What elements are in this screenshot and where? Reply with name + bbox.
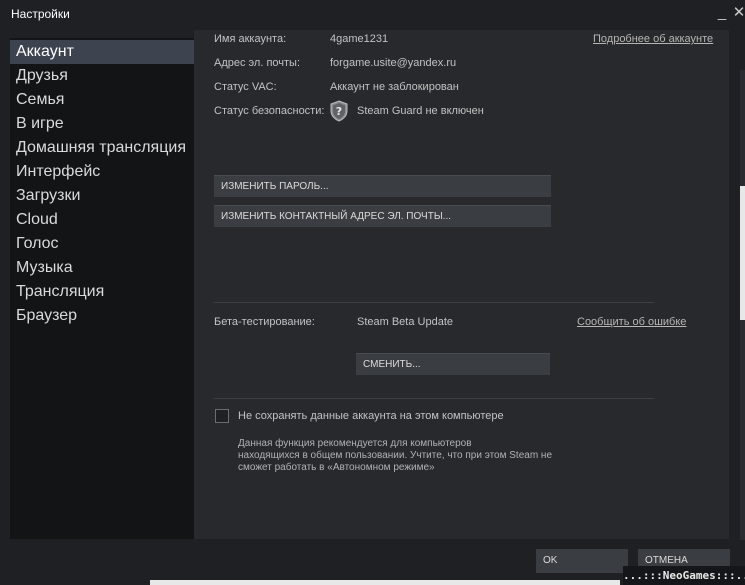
change-email-button[interactable]: ИЗМЕНИТЬ КОНТАКТНЫЙ АДРЕС ЭЛ. ПОЧТЫ... xyxy=(214,205,551,227)
minimize-icon[interactable]: _ xyxy=(714,4,730,22)
sidebar-item-in-game[interactable]: В игре xyxy=(10,112,194,136)
ok-button[interactable]: OK xyxy=(536,549,628,573)
email-value: forgame.usite@yandex.ru xyxy=(330,57,457,69)
vac-status-label: Статус VAC: xyxy=(214,81,277,93)
change-password-button[interactable]: ИЗМЕНИТЬ ПАРОЛЬ... xyxy=(214,175,551,197)
divider xyxy=(214,398,654,399)
background-window-edge xyxy=(740,186,745,320)
svg-text:?: ? xyxy=(336,105,342,118)
sidebar-item-family[interactable]: Семья xyxy=(10,88,194,112)
sidebar-item-music[interactable]: Музыка xyxy=(10,256,194,280)
note-line: сможет работать в «Автономном режиме» xyxy=(238,462,435,473)
vac-status-value: Аккаунт не заблокирован xyxy=(330,81,459,93)
title-bar: Настройки _ ✕ xyxy=(0,0,745,30)
close-icon[interactable]: ✕ xyxy=(731,4,745,22)
report-bug-link[interactable]: Сообщить об ошибке xyxy=(577,316,686,328)
sidebar-item-broadcast[interactable]: Трансляция xyxy=(10,280,194,304)
beta-label: Бета-тестирование: xyxy=(214,316,315,328)
sidebar-item-cloud[interactable]: Cloud xyxy=(10,208,194,232)
sidebar-item-downloads[interactable]: Загрузки xyxy=(10,184,194,208)
sidebar-item-account[interactable]: Аккаунт xyxy=(10,40,194,64)
background-window-edge xyxy=(150,580,620,585)
sidebar-item-home-streaming[interactable]: Домашняя трансляция xyxy=(10,136,194,160)
sidebar-item-interface[interactable]: Интерфейс xyxy=(10,160,194,184)
dont-save-credentials-label: Не сохранять данные аккаунта на этом ком… xyxy=(238,410,504,422)
account-name-label: Имя аккаунта: xyxy=(214,33,287,45)
security-status-value: Steam Guard не включен xyxy=(357,105,484,117)
security-status-label: Статус безопасности: xyxy=(214,105,325,117)
beta-change-button[interactable]: СМЕНИТЬ... xyxy=(356,353,550,375)
divider xyxy=(214,302,654,303)
email-label: Адрес эл. почты: xyxy=(214,57,301,69)
account-panel: Имя аккаунта: 4game1231 Подробнее об акк… xyxy=(194,30,729,539)
watermark: ...:::NeoGames:::... xyxy=(623,566,745,585)
sidebar-item-browser[interactable]: Браузер xyxy=(10,304,194,328)
settings-sidebar: Аккаунт Друзья Семья В игре Домашняя тра… xyxy=(10,38,194,539)
sidebar-item-voice[interactable]: Голос xyxy=(10,232,194,256)
account-name-value: 4game1231 xyxy=(330,33,389,45)
account-details-link[interactable]: Подробнее об аккаунте xyxy=(593,33,713,45)
offline-mode-note: Данная функция рекомендуется для компьют… xyxy=(238,438,552,474)
window-title: Настройки xyxy=(11,7,70,21)
beta-value: Steam Beta Update xyxy=(357,316,454,328)
dont-save-credentials-checkbox[interactable] xyxy=(215,409,229,423)
steam-guard-shield-icon: ? xyxy=(330,100,348,122)
note-line: Данная функция рекомендуется для компьют… xyxy=(238,438,472,449)
sidebar-item-friends[interactable]: Друзья xyxy=(10,64,194,88)
note-line: находящихся в общем пользовании. Учтите,… xyxy=(238,450,553,461)
